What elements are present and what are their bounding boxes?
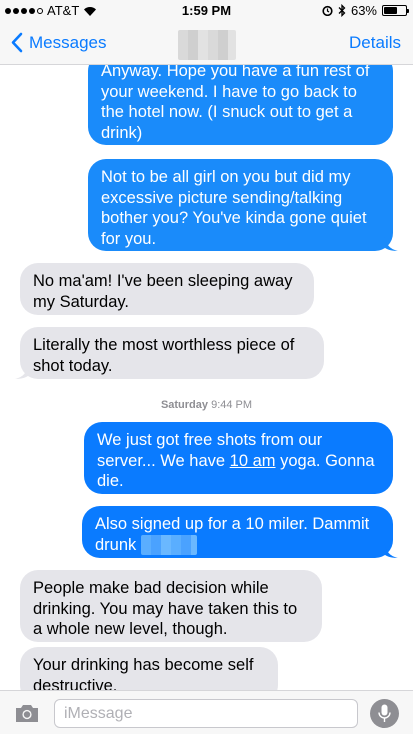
message-thread[interactable]: Anyway. Hope you have a fun rest of your…	[0, 65, 413, 690]
message-bubble-incoming[interactable]: People make bad decision while drinking.…	[20, 570, 322, 642]
message-bubble-outgoing[interactable]: We just got free shots from our server..…	[84, 422, 393, 494]
message-text: Literally the most worthless piece of sh…	[33, 336, 295, 375]
bubble-tail	[384, 542, 398, 558]
microphone-icon	[378, 704, 391, 722]
message-link-time[interactable]: 10 am	[230, 452, 276, 470]
bubble-tail	[15, 363, 29, 379]
message-bubble-incoming[interactable]: Literally the most worthless piece of sh…	[15, 327, 324, 379]
message-text: Anyway. Hope you have a fun rest of your…	[101, 65, 370, 142]
message-input[interactable]: iMessage	[54, 699, 358, 728]
microphone-button[interactable]	[370, 699, 399, 728]
status-right: 63%	[322, 3, 409, 18]
bluetooth-icon	[338, 4, 346, 17]
message-text: Your drinking has become self destructiv…	[33, 656, 254, 690]
message-bubble-outgoing[interactable]: Also signed up for a 10 miler. Dammit dr…	[82, 506, 398, 558]
battery-icon	[382, 5, 409, 16]
message-text: Also signed up for a 10 miler. Dammit dr…	[95, 515, 370, 554]
details-button[interactable]: Details	[349, 33, 401, 53]
message-text: No ma'am! I've been sleeping away my Sat…	[33, 272, 293, 311]
bubble-tail	[384, 235, 398, 251]
chevron-left-icon	[11, 32, 23, 53]
status-bar: AT&T 1:59 PM 63%	[0, 0, 413, 22]
message-bubble-incoming[interactable]: Your drinking has become self destructiv…	[20, 647, 278, 690]
compose-bar: iMessage	[0, 690, 413, 734]
message-text: People make bad decision while drinking.…	[33, 579, 298, 638]
alarm-icon	[322, 5, 333, 16]
navigation-bar: Messages Details	[0, 22, 413, 65]
redacted-word	[140, 535, 197, 556]
back-button-label: Messages	[29, 32, 107, 52]
message-bubble-outgoing[interactable]: Anyway. Hope you have a fun rest of your…	[88, 65, 393, 145]
message-bubble-outgoing[interactable]: Not to be all girl on you but did my exc…	[88, 159, 398, 251]
camera-icon[interactable]	[14, 702, 40, 724]
back-button[interactable]: Messages	[10, 32, 106, 53]
timestamp-day: Saturday	[160, 399, 209, 411]
message-timestamp: Saturday 9:44 PM	[0, 399, 413, 411]
message-text: Not to be all girl on you but did my exc…	[101, 168, 367, 248]
timestamp-time: 9:44 PM	[211, 399, 253, 411]
battery-percent: 63%	[350, 3, 377, 18]
message-bubble-incoming[interactable]: No ma'am! I've been sleeping away my Sat…	[20, 263, 314, 315]
contact-name-redacted[interactable]	[178, 30, 236, 60]
battery-level	[384, 7, 398, 14]
